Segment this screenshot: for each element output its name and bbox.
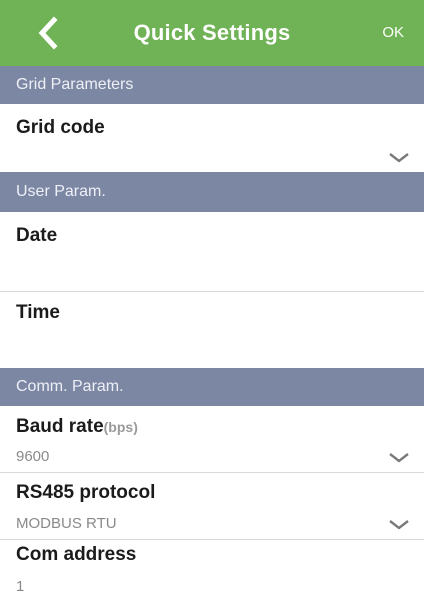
com-address-label: Com address bbox=[16, 544, 137, 565]
baud-rate-unit: (bps) bbox=[103, 419, 138, 435]
com-address-row[interactable]: Com address 1 bbox=[0, 540, 424, 598]
chevron-down-icon bbox=[389, 453, 409, 463]
time-row[interactable]: Time bbox=[0, 292, 424, 368]
com-address-value: 1 bbox=[16, 578, 25, 595]
rs485-protocol-label: RS485 protocol bbox=[16, 482, 156, 503]
ok-button[interactable]: OK bbox=[382, 0, 404, 66]
baud-rate-label-text: Baud rate bbox=[16, 416, 104, 437]
baud-rate-row[interactable]: Baud rate(bps) 9600 bbox=[0, 406, 424, 472]
time-label: Time bbox=[16, 302, 61, 323]
section-header-user-param: User Param. bbox=[0, 172, 424, 212]
page-title: Quick Settings bbox=[133, 20, 291, 45]
section-header-comm-param: Comm. Param. bbox=[0, 368, 424, 406]
chevron-down-icon bbox=[389, 153, 409, 163]
baud-rate-value: 9600 bbox=[16, 448, 50, 465]
rs485-protocol-row[interactable]: RS485 protocol MODBUS RTU bbox=[0, 473, 424, 539]
baud-rate-label: Baud rate(bps) bbox=[16, 416, 138, 438]
top-app-bar: Quick Settings OK bbox=[0, 0, 424, 66]
quick-settings-screen: Quick Settings OK Grid Parameters Grid c… bbox=[0, 0, 424, 598]
grid-code-row[interactable]: Grid code bbox=[0, 104, 424, 172]
rs485-protocol-value: MODBUS RTU bbox=[16, 515, 117, 532]
chevron-down-icon bbox=[389, 520, 409, 530]
grid-code-label: Grid code bbox=[16, 117, 105, 138]
date-row[interactable]: Date bbox=[0, 212, 424, 291]
section-header-grid-parameters: Grid Parameters bbox=[0, 66, 424, 104]
date-label: Date bbox=[16, 225, 58, 246]
